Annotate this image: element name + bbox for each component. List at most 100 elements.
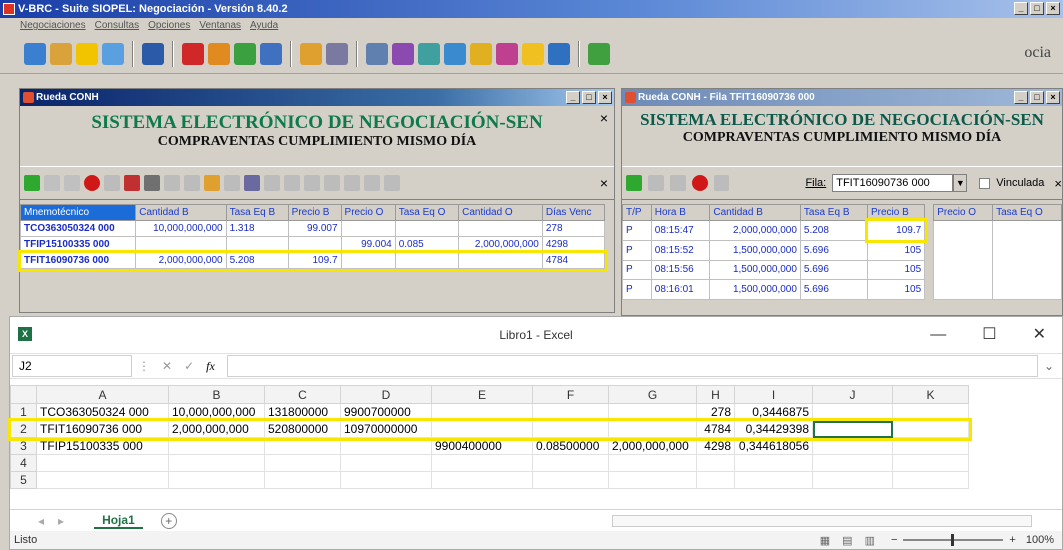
menu-consultas[interactable]: Consultas bbox=[95, 18, 139, 34]
cell[interactable] bbox=[394, 220, 460, 237]
cell[interactable] bbox=[812, 471, 893, 489]
cell[interactable]: P bbox=[622, 239, 652, 261]
column-header[interactable]: C bbox=[264, 385, 341, 404]
close-button[interactable]: × bbox=[598, 91, 612, 104]
cell[interactable]: 0,3446875 bbox=[734, 403, 813, 421]
maximize-icon[interactable]: ☐ bbox=[982, 317, 996, 353]
cell[interactable]: 1,500,000,000 bbox=[709, 239, 801, 261]
cell[interactable]: 08:15:56 bbox=[650, 259, 711, 281]
minimize-icon[interactable]: — bbox=[930, 317, 946, 353]
open-icon[interactable] bbox=[50, 42, 72, 65]
calculator-icon[interactable] bbox=[326, 42, 348, 65]
zoom-slider-thumb[interactable] bbox=[951, 534, 955, 546]
enter-icon[interactable]: ✓ bbox=[184, 359, 194, 373]
close-icon[interactable]: × bbox=[600, 110, 608, 126]
cell[interactable]: 2,000,000,000 bbox=[135, 252, 227, 269]
cell[interactable] bbox=[431, 471, 533, 489]
cell[interactable]: 4298 bbox=[541, 236, 606, 253]
cell[interactable] bbox=[287, 236, 342, 253]
cell[interactable] bbox=[458, 220, 543, 237]
cell[interactable] bbox=[431, 403, 533, 421]
cell[interactable] bbox=[892, 420, 969, 438]
row-number[interactable]: 4 bbox=[10, 454, 37, 472]
add-icon[interactable] bbox=[626, 175, 642, 191]
cell[interactable]: TCO363050324 000 bbox=[36, 403, 169, 421]
square-icon[interactable] bbox=[184, 175, 200, 191]
edit-icon[interactable] bbox=[647, 175, 664, 191]
table-row[interactable]: TFIT16090736 000 2,000,000,000 5.208 109… bbox=[17, 249, 608, 272]
fila-select[interactable]: TFIT16090736 000 bbox=[832, 174, 954, 192]
save-icon[interactable] bbox=[144, 175, 160, 191]
select-all-corner[interactable] bbox=[10, 385, 37, 404]
zoom-out-icon[interactable]: − bbox=[891, 534, 897, 546]
cell[interactable] bbox=[264, 454, 341, 472]
zoom-out-icon[interactable] bbox=[344, 175, 360, 191]
cell[interactable]: 10,000,000,000 bbox=[168, 403, 265, 421]
menu-negociaciones[interactable]: Negociaciones bbox=[20, 18, 86, 34]
check-icon[interactable] bbox=[444, 42, 466, 65]
users-icon[interactable] bbox=[208, 42, 230, 65]
page-layout-icon[interactable]: ▤ bbox=[842, 534, 852, 547]
minus-icon[interactable] bbox=[64, 175, 80, 191]
cell[interactable] bbox=[135, 236, 227, 253]
cell[interactable]: 08:15:47 bbox=[650, 220, 711, 241]
cell[interactable] bbox=[340, 454, 432, 472]
cell[interactable]: 08:15:52 bbox=[650, 239, 711, 261]
diamond-icon[interactable] bbox=[204, 175, 220, 191]
col-hora-b[interactable]: Hora B bbox=[650, 204, 711, 221]
table-row[interactable]: TFIP15100335 000 99.004 0.085 2,000,000,… bbox=[19, 236, 606, 253]
col-tasa-eq-b[interactable]: Tasa Eq B bbox=[225, 204, 289, 221]
menu-ayuda[interactable]: Ayuda bbox=[250, 18, 278, 34]
col-tasa-eq-b[interactable]: Tasa Eq B bbox=[799, 204, 869, 221]
close-icon[interactable]: × bbox=[1054, 176, 1062, 191]
cell[interactable] bbox=[608, 471, 697, 489]
connect-icon[interactable] bbox=[24, 42, 46, 65]
lock-icon[interactable] bbox=[300, 42, 322, 65]
table-row[interactable]: P 08:15:56 1,500,000,000 5.696 105 bbox=[622, 259, 926, 281]
cell[interactable] bbox=[608, 454, 697, 472]
cell[interactable] bbox=[168, 454, 265, 472]
cell[interactable]: 99.007 bbox=[287, 220, 342, 237]
col-tasa-eq-o[interactable]: Tasa Eq O bbox=[394, 204, 460, 221]
col-precio-b[interactable]: Precio B bbox=[287, 204, 342, 221]
cell[interactable] bbox=[225, 236, 289, 253]
cell[interactable] bbox=[264, 437, 341, 455]
chevron-down-icon[interactable]: ⌄ bbox=[1044, 359, 1054, 373]
cell[interactable] bbox=[696, 454, 735, 472]
page-break-icon[interactable]: ▥ bbox=[865, 534, 875, 547]
table-row[interactable]: P 08:16:01 1,500,000,000 5.696 105 bbox=[622, 279, 926, 300]
hand-icon[interactable] bbox=[104, 175, 120, 191]
maximize-button[interactable]: □ bbox=[1030, 91, 1044, 104]
cell[interactable]: 1,500,000,000 bbox=[709, 279, 801, 300]
cell[interactable]: TFIT16090736 000 bbox=[36, 420, 169, 438]
minimize-button[interactable]: _ bbox=[1014, 2, 1028, 15]
cell[interactable]: 2,000,000,000 bbox=[608, 437, 697, 455]
cell[interactable]: 2,000,000,000 bbox=[709, 220, 801, 241]
cell[interactable] bbox=[892, 454, 969, 472]
transfer-icon[interactable] bbox=[366, 42, 388, 65]
cell[interactable] bbox=[892, 403, 969, 421]
page-icon[interactable] bbox=[364, 175, 380, 191]
cell[interactable] bbox=[168, 437, 265, 455]
window-icon[interactable] bbox=[142, 42, 164, 65]
people-icon[interactable] bbox=[548, 42, 570, 65]
row-number[interactable]: 1 bbox=[10, 403, 37, 421]
menu-opciones[interactable]: Opciones bbox=[148, 18, 190, 34]
col-precio-o[interactable]: Precio O bbox=[933, 204, 994, 221]
cell[interactable] bbox=[812, 454, 893, 472]
cell[interactable] bbox=[340, 471, 432, 489]
cell[interactable] bbox=[812, 437, 893, 455]
maximize-button[interactable]: □ bbox=[582, 91, 596, 104]
menu-ventanas[interactable]: Ventanas bbox=[199, 18, 241, 34]
cell[interactable] bbox=[264, 471, 341, 489]
table-row[interactable]: P 08:15:47 2,000,000,000 5.208 109.7 bbox=[622, 217, 928, 244]
cell[interactable] bbox=[36, 454, 169, 472]
cell[interactable]: 08:16:01 bbox=[650, 279, 711, 300]
cell[interactable] bbox=[458, 252, 543, 269]
cell[interactable] bbox=[431, 454, 533, 472]
cell[interactable] bbox=[892, 471, 969, 489]
cell[interactable]: TCO363050324 000 bbox=[19, 220, 137, 237]
horizontal-scrollbar[interactable] bbox=[612, 514, 1032, 527]
sheet-tab-hoja1[interactable]: Hoja1 bbox=[94, 513, 143, 529]
col-cantidad-b[interactable]: Cantidad B bbox=[135, 204, 227, 221]
